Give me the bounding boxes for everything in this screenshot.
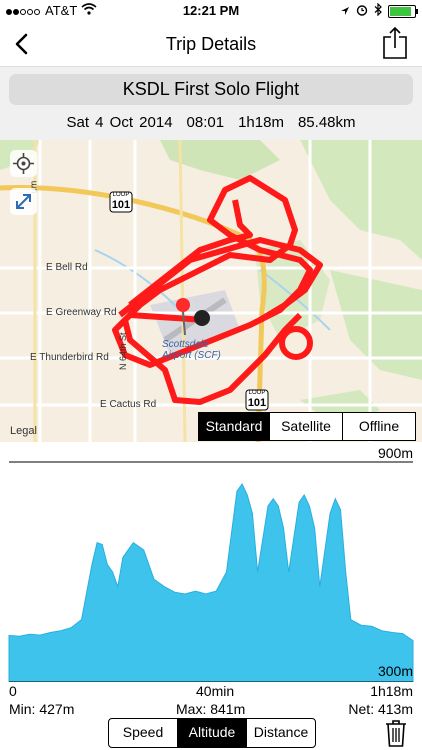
status-bar: AT&T 12:21 PM xyxy=(0,0,422,22)
graph-mode-altitude[interactable]: Altitude xyxy=(178,719,247,747)
expand-icon xyxy=(16,194,31,209)
y-axis-bottom-label: 300m xyxy=(377,663,413,679)
trip-summary: Sat 4 Oct 2014 08:01 1h18m 85.48km xyxy=(0,114,422,131)
map-view[interactable]: LOOP 101 LOOP 101 E Bell Rd E Greenway R… xyxy=(0,140,422,442)
graph-mode-distance[interactable]: Distance xyxy=(247,719,315,747)
share-icon[interactable] xyxy=(382,26,408,60)
x-axis-end-label: 1h18m xyxy=(370,683,413,699)
trip-header: KSDL First Solo Flight Sat 4 Oct 2014 08:… xyxy=(0,66,422,141)
map-label-greenway: E Greenway Rd xyxy=(46,307,117,318)
map-label-64th: N 64th St xyxy=(118,332,128,370)
altitude-chart xyxy=(8,461,414,682)
route-shield-101-bottom: LOOP xyxy=(248,390,266,396)
locate-button[interactable] xyxy=(10,150,37,177)
route-shield-101-top-number: 101 xyxy=(111,199,131,211)
stat-net: Net: 413m xyxy=(348,701,413,717)
trip-name: KSDL First Solo Flight xyxy=(9,74,413,105)
map-label-airport: Scottsdale Airport (SCF) xyxy=(162,339,221,361)
map-mode-control: Standard Satellite Offline xyxy=(198,412,416,441)
bluetooth-icon xyxy=(374,2,382,19)
map-mode-standard[interactable]: Standard xyxy=(199,413,270,440)
map-label-bell: E Bell Rd xyxy=(46,262,88,273)
trash-icon[interactable] xyxy=(384,718,408,748)
route-shield-101-top: LOOP xyxy=(112,192,130,198)
trip-duration: 1h18m xyxy=(238,114,284,131)
status-right xyxy=(340,2,418,19)
x-axis-start-label: 0 xyxy=(9,683,17,699)
stat-max: Max: 841m xyxy=(176,701,246,717)
crosshair-icon xyxy=(13,153,34,174)
route-shield-101-bottom-number: 101 xyxy=(247,397,267,409)
trip-distance: 85.48km xyxy=(297,114,356,131)
map-legal-link[interactable]: Legal xyxy=(10,425,37,437)
map-mode-offline[interactable]: Offline xyxy=(343,413,415,440)
battery-icon xyxy=(388,4,418,18)
trip-start-time: 08:01 xyxy=(186,114,225,131)
map-label-cactus: E Cactus Rd xyxy=(100,399,157,410)
page-title: Trip Details xyxy=(165,34,257,54)
map-canvas xyxy=(0,140,422,442)
altitude-area-series xyxy=(8,483,414,682)
map-label-thunderbird: E Thunderbird Rd xyxy=(30,352,109,363)
fullscreen-button[interactable] xyxy=(10,188,37,215)
trip-date: Sat 4 Oct 2014 xyxy=(66,114,173,131)
alarm-icon xyxy=(356,4,368,19)
map-mode-satellite[interactable]: Satellite xyxy=(270,413,343,440)
graph-mode-control: Speed Altitude Distance xyxy=(108,718,316,748)
graph-mode-speed[interactable]: Speed xyxy=(109,719,178,747)
nav-bar: Trip Details xyxy=(0,22,422,66)
location-arrow-icon xyxy=(340,4,350,19)
x-axis-mid-label: 40min xyxy=(196,683,235,699)
stat-min: Min: 427m xyxy=(9,701,75,717)
